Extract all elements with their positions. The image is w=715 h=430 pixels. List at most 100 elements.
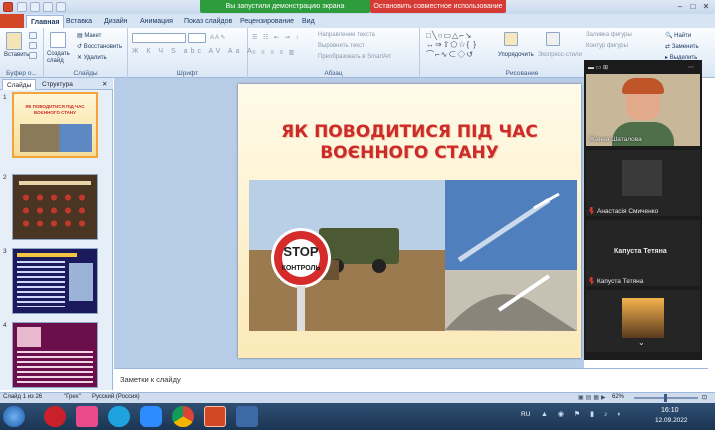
screen: Вы запустили демонстрацию экрана Останов… [0,0,715,430]
stop-share-label: Остановить совместное использование [373,3,503,10]
zoom-slider[interactable] [634,394,698,402]
arrange-icon[interactable] [504,32,518,46]
align-text-button[interactable]: Выровнять текст [318,43,365,49]
current-slide[interactable]: ЯК ПОВОДИТИСЯ ПІД ЧАС ВОЄННОГО СТАНУ STO… [238,84,581,358]
new-slide-button[interactable]: Создать слайд [47,51,75,65]
panel-controls[interactable]: ▬ ▭ ⊞ [588,64,608,71]
notes-pane[interactable]: Заметки к слайду [114,368,708,392]
font-size-buttons[interactable]: A A ✎ [210,34,225,41]
tab-home[interactable]: Главная [26,15,65,28]
thumb-icons [19,191,91,231]
stop-share-button[interactable]: Остановить совместное использование [370,0,506,13]
quick-access-more-icon[interactable] [56,2,66,12]
office-button[interactable] [0,14,24,28]
copy-icon[interactable] [29,42,37,49]
powerpoint-taskbar-icon[interactable] [204,406,226,427]
tab-design[interactable]: Дизайн [100,15,132,28]
undo-icon[interactable] [30,2,40,12]
skype-icon[interactable] [108,406,130,427]
zoom-slider-handle[interactable] [664,394,667,402]
scroll-down-icon[interactable]: ⌄ [638,338,645,347]
thumb-number: 4 [3,322,7,329]
slide-photo-collage[interactable]: STOP КОНТРОЛЬ [249,180,577,331]
new-slide-icon[interactable] [50,32,66,48]
panel-more-icon[interactable]: ⋯ [688,64,694,71]
tab-outline[interactable]: Структура [38,79,77,90]
shape-outline-button[interactable]: Контур фигуры [586,43,628,49]
tab-slideshow[interactable]: Показ слайдов [180,15,236,28]
delete-button[interactable]: ✕ Удалить [77,54,107,61]
notes-placeholder: Заметки к слайду [120,375,181,384]
slide-thumbnail-4[interactable] [12,322,98,388]
text-direction-button[interactable]: Направление текста [318,32,375,38]
participant-tile-3[interactable]: Капуста Тетяна Капуста Тетяна [586,220,700,286]
paragraph-group-label: Абзац [324,70,343,77]
smartart-button[interactable]: Преобразовать в SmartArt [318,54,391,60]
tab-animation[interactable]: Анимация [136,15,177,28]
tray-icons[interactable]: ▲ ◉ ⚑ ▮ ♪ ◐ [541,410,626,418]
arrange-button[interactable]: Упорядочить [498,52,534,58]
font-group: A A ✎ Ж К Ч S abc AV Aa A Шрифт [128,28,252,78]
paste-icon[interactable] [6,32,22,50]
start-button[interactable] [3,406,25,427]
view-buttons[interactable]: ▣▤▦▶ [578,394,608,401]
fit-slide-icon[interactable]: ⊡ [702,394,707,401]
thumb-number: 2 [3,174,7,181]
paste-button[interactable]: Вставить [4,52,29,58]
slide-thumbnail-2[interactable] [12,174,98,240]
alignment-buttons[interactable]: ≡ ≡ ≡ ≡ ▥ [252,49,296,56]
clock-time[interactable]: 16:10 [661,407,679,414]
participant-tile-2[interactable]: Анастасія Смиченко [586,150,700,216]
font-style-buttons[interactable]: Ж К Ч S abc AV Aa A [132,48,255,55]
thumb-number: 3 [3,248,7,255]
slide-title[interactable]: ЯК ПОВОДИТИСЯ ПІД ЧАС ВОЄННОГО СТАНУ [238,122,581,164]
language-indicator[interactable]: Русский (Россия) [92,394,140,400]
layout-button[interactable]: ▤ Макет [77,32,101,39]
tab-slides[interactable]: Слайды [2,79,37,90]
clipboard-group: Вставить Буфер о... [0,28,44,78]
participant-hair [622,78,664,94]
zoom-app-icon[interactable] [140,406,162,427]
clock-date[interactable]: 12.09.2022 [655,417,688,424]
quick-styles-icon[interactable] [546,32,560,46]
opera-icon[interactable] [44,406,66,427]
find-button[interactable]: 🔍 Найти [665,32,691,39]
quick-styles-button[interactable]: Экспресс-стили [538,52,582,58]
chrome-icon[interactable] [172,406,194,427]
slide-counter: Слайд 1 из 26 [3,394,43,400]
list-buttons[interactable]: ☰ ☷ ⇤ ⇥ ↕ [252,34,300,41]
collage-image: STOP КОНТРОЛЬ [249,180,577,331]
shape-fill-button[interactable]: Заливка фигуры [586,32,632,38]
maximize-icon[interactable]: □ [687,1,699,12]
window-app-icon[interactable] [236,406,258,427]
format-painter-icon[interactable] [29,52,37,59]
thumb-picture [69,263,93,301]
participant-tile-1[interactable]: Жанна Шаталова [586,74,700,146]
zoom-level[interactable]: 62% [612,394,624,400]
participant-video [622,298,664,338]
input-language[interactable]: RU [521,411,530,418]
redo-icon[interactable] [43,2,53,12]
powerpoint-logo-icon[interactable] [3,2,13,12]
tab-view[interactable]: Вид [298,15,319,28]
minimize-icon[interactable]: – [674,1,686,12]
tab-review[interactable]: Рецензирование [236,15,298,28]
participant-tile-4[interactable]: ⌄ [586,290,700,352]
font-size-select[interactable] [188,33,206,43]
tab-insert[interactable]: Вставка [62,15,96,28]
save-icon[interactable] [17,2,27,12]
shapes-gallery[interactable]: □╲○▭△⌐↘ ↔⇒⇧⬠☆{ } ⌒⌐∿⊂◇↺ [426,31,477,60]
thumb-heading [17,253,77,257]
replace-button[interactable]: ⇄ Заменить [665,43,699,50]
slide-thumbnail-1[interactable]: ЯК ПОВОДИТИСЯ ПІД ЧАС ВОЄННОГО СТАНУ [12,92,98,158]
restore-button[interactable]: ↺ Восстановить [77,43,122,50]
drawing-group: □╲○▭△⌐↘ ↔⇒⇧⬠☆{ } ⌒⌐∿⊂◇↺ Упорядочить Экспре… [420,28,584,78]
slide-thumbnail-3[interactable] [12,248,98,314]
clipboard-label: Буфер о... [6,70,37,77]
file-manager-icon[interactable] [76,406,98,427]
font-family-select[interactable] [132,33,186,43]
cut-icon[interactable] [29,32,37,39]
close-panel-icon[interactable]: ✕ [102,79,107,90]
slide-editor: ЯК ПОВОДИТИСЯ ПІД ЧАС ВОЄННОГО СТАНУ STO… [114,78,584,368]
close-icon[interactable]: ✕ [700,1,712,12]
